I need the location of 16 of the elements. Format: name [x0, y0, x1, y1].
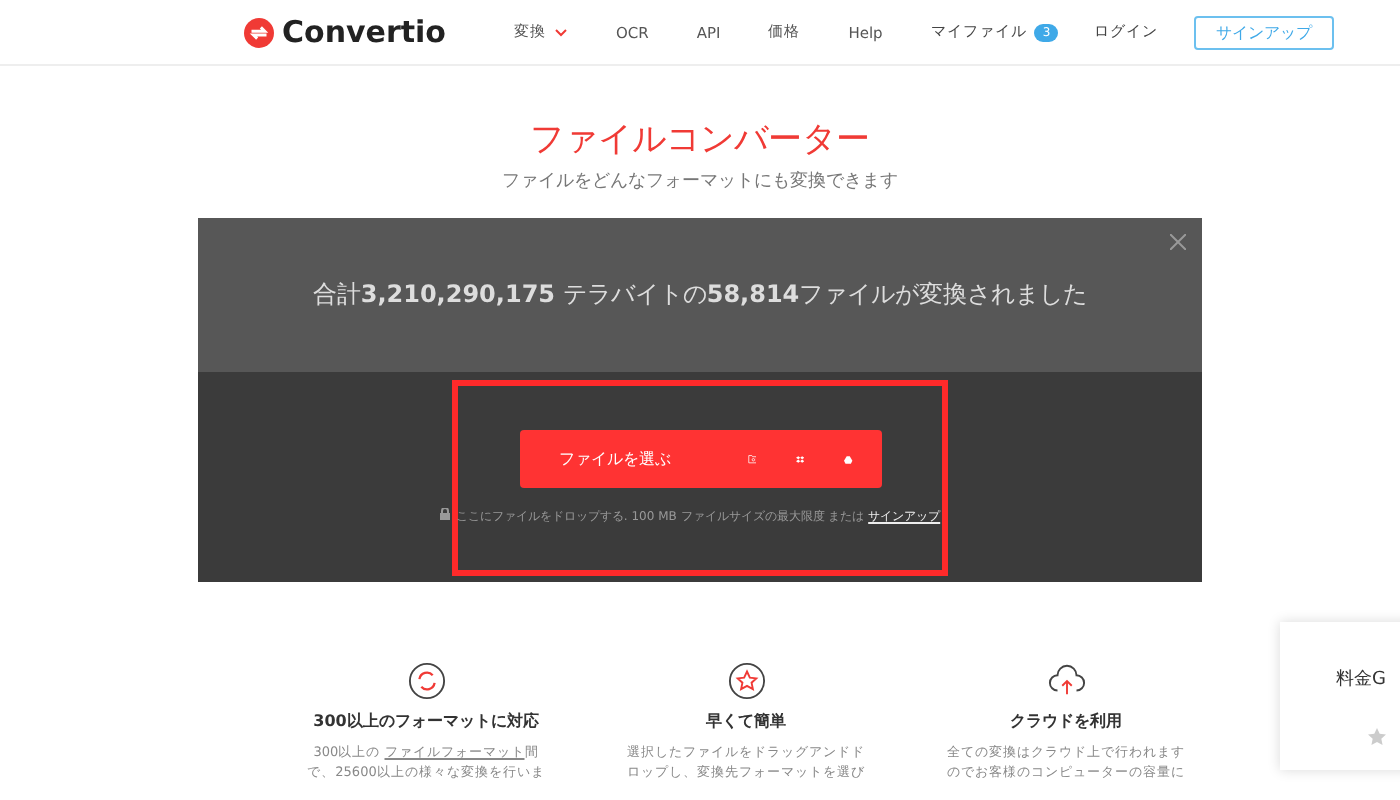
lock-icon — [439, 508, 450, 520]
logo-text[interactable]: Convertio — [282, 14, 446, 50]
feature-title: クラウドを利用 — [1010, 710, 1122, 732]
choose-file-button[interactable]: ファイルを選ぶ — [519, 430, 881, 488]
cloud-upload-icon — [1045, 662, 1087, 700]
feature-title: 300以上のフォーマットに対応 — [313, 710, 539, 732]
page-title: ファイルコンバーター — [528, 118, 872, 162]
close-icon[interactable] — [1170, 234, 1186, 250]
refresh-icon — [407, 662, 445, 700]
chevron-icon — [553, 27, 568, 37]
star-icon — [1368, 728, 1386, 746]
card-text: 料金G — [1336, 667, 1388, 692]
stats-text: 合計3,210,290,175 テラバイトの58,814ファイルが変換されました — [312, 278, 1088, 312]
logo-icon — [244, 17, 274, 47]
feature-title: 早くて簡単 — [706, 710, 786, 732]
page-subtitle: ファイルをどんなフォーマットにも変換できます — [500, 169, 900, 194]
